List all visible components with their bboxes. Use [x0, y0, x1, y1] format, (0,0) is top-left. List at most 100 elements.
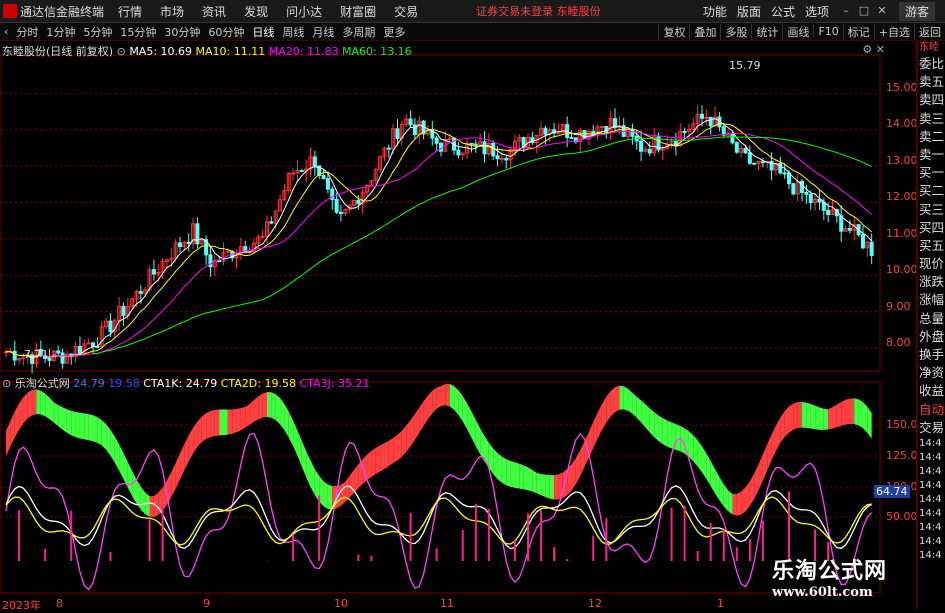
guest-login[interactable]: 游客	[898, 1, 935, 21]
period-60min[interactable]: 60分钟	[204, 24, 248, 40]
indicator-band-segment	[175, 453, 180, 489]
candle-body	[60, 352, 65, 364]
indicator-band-segment	[262, 392, 267, 418]
sub-tick: 150.0	[886, 418, 918, 431]
indicator-band-segment	[702, 446, 707, 480]
period-5min[interactable]: 5分钟	[79, 24, 116, 40]
indicator-band-segment	[806, 402, 811, 429]
date-tick: 8	[56, 597, 63, 610]
trade-time: 14:4	[919, 451, 942, 463]
candle-body	[495, 155, 500, 160]
menu-discover[interactable]: 发现	[244, 3, 268, 20]
indicator-band-segment	[845, 398, 850, 425]
indicator-band-segment	[802, 401, 807, 428]
ma20-line	[40, 130, 872, 357]
add-watchlist-button[interactable]: +自选	[873, 23, 914, 40]
indicator-band-segment	[371, 447, 376, 477]
indicator-band-segment	[762, 444, 768, 481]
candle-body	[456, 149, 461, 156]
overlay-button[interactable]: 叠加	[689, 23, 720, 40]
indicator-band-segment	[789, 403, 794, 433]
menu-function[interactable]: 功能	[703, 3, 727, 20]
candle-body	[291, 172, 296, 175]
period-intraday[interactable]: 分时	[12, 24, 42, 40]
cta3j-label: CTA3J: 35.21	[299, 377, 370, 390]
candle-body	[86, 342, 91, 345]
menu-formula[interactable]: 公式	[771, 3, 795, 20]
price-tick: 10.00	[886, 263, 918, 276]
back-arrow-icon[interactable]: ‹	[0, 25, 12, 38]
panel-row: 委比	[919, 56, 945, 71]
menu-trade[interactable]: 交易	[394, 3, 418, 20]
candle-body	[195, 223, 200, 245]
kline-chart-area[interactable]: 东睦股份(日线 前复权) ⊙ MA5: 10.69 MA10: 11.11 MA…	[0, 41, 918, 612]
candle-body	[826, 209, 831, 216]
indicator-band-segment	[36, 389, 41, 415]
candle-body	[743, 147, 748, 154]
chart-settings-icon[interactable]: ⚙ ✕	[862, 43, 885, 56]
draw-line-button[interactable]: 画线	[782, 23, 813, 40]
mark-button[interactable]: 标记	[842, 23, 874, 40]
panel-row: 总量	[919, 310, 945, 326]
indicator-band-segment	[588, 422, 594, 458]
candle-body	[543, 127, 548, 135]
candle-body	[121, 305, 126, 316]
minimize-icon[interactable]: –	[839, 4, 853, 18]
kline-chart-svg[interactable]	[0, 41, 915, 609]
period-15min[interactable]: 15分钟	[116, 24, 160, 40]
trade-time: 14:4	[919, 479, 942, 491]
indicator-band-segment	[106, 424, 111, 456]
panel-tab-auto[interactable]: 自动	[917, 401, 945, 419]
multi-stock-button[interactable]: 多股	[720, 23, 751, 40]
indicator-band-segment	[441, 383, 446, 407]
indicator-band-segment	[571, 458, 576, 491]
f10-button[interactable]: F10	[813, 25, 842, 38]
indicator-band-segment	[758, 454, 763, 491]
indicator-band-segment	[88, 414, 93, 442]
menu-options[interactable]: 选项	[805, 3, 829, 20]
price-tick: 9.00	[886, 300, 911, 313]
period-monthly[interactable]: 月线	[308, 24, 338, 40]
panel-row: 买五	[919, 237, 945, 253]
menu-fortune[interactable]: 财富圈	[340, 3, 376, 20]
period-weekly[interactable]: 周线	[278, 24, 308, 40]
indicator-band-segment	[349, 469, 354, 498]
candle-body	[817, 198, 822, 203]
period-1min[interactable]: 1分钟	[42, 24, 79, 40]
return-button[interactable]: 返回	[914, 23, 945, 40]
candle-body	[860, 234, 865, 249]
close-icon[interactable]: ✕	[875, 4, 889, 18]
restore-right-button[interactable]: 复权	[658, 23, 689, 40]
candle-body	[708, 116, 713, 127]
watermark: 乐淘公式网 www.60lt.com	[772, 553, 887, 600]
menu-ask[interactable]: 问小达	[286, 3, 322, 20]
indicator-band-segment	[493, 448, 498, 480]
legend-toggle-icon[interactable]: ⊙	[117, 45, 126, 58]
sub-legend-toggle-icon[interactable]: ⊙	[2, 377, 11, 390]
indicator-band-segment	[197, 416, 202, 447]
period-more[interactable]: 更多	[379, 24, 409, 40]
menu-quotes[interactable]: 行情	[118, 3, 142, 20]
indicator-band-segment	[710, 461, 716, 494]
panel-row: 卖一	[919, 146, 945, 162]
panel-top-label: 东睦	[919, 42, 939, 53]
period-daily[interactable]: 日线	[248, 24, 278, 40]
maximize-icon[interactable]: □	[857, 4, 871, 18]
menu-layout[interactable]: 版面	[737, 3, 761, 20]
indicator-band-segment	[414, 407, 420, 440]
menu-market[interactable]: 市场	[160, 3, 184, 20]
period-multi[interactable]: 多周期	[338, 24, 379, 40]
indicator-band-segment	[662, 418, 668, 447]
indicator-band-segment	[258, 393, 263, 420]
indicator-band-segment	[180, 443, 185, 480]
indicator-band-segment	[410, 413, 415, 447]
login-status: 证券交易未登录 东睦股份	[476, 5, 601, 18]
statistics-button[interactable]: 统计	[751, 23, 782, 40]
title-bar: 通达信金融终端 行情 市场 资讯 发现 问小达 财富圈 交易 证券交易未登录 东…	[0, 0, 945, 23]
candle-body	[260, 235, 265, 238]
ma10-label: MA10: 11.11	[195, 45, 266, 58]
menu-news[interactable]: 资讯	[202, 3, 226, 20]
indicator-band-segment	[706, 453, 711, 487]
period-30min[interactable]: 30分钟	[160, 24, 204, 40]
ma20-label: MA20: 11.83	[268, 45, 339, 58]
